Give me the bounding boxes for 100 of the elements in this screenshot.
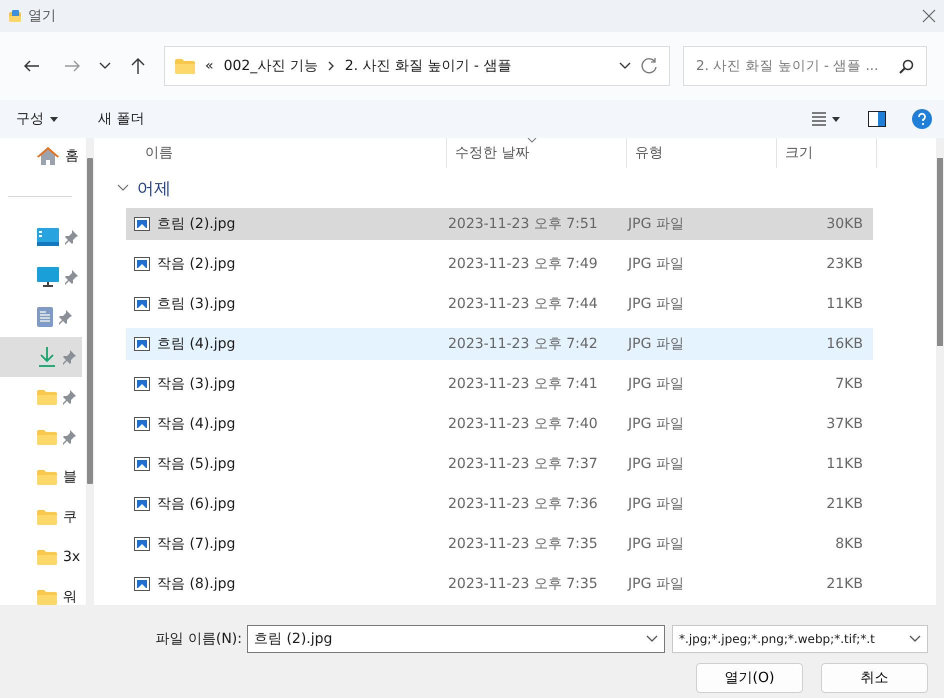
file-name-label: 파일 이름(N): — [155, 630, 242, 648]
file-name-cell: 작음 (3).jpg — [126, 375, 448, 393]
breadcrumb[interactable]: 002_사진 기능 — [224, 57, 318, 75]
column-header[interactable]: 유형 — [627, 138, 777, 168]
folder-icon — [37, 549, 57, 565]
image-file-icon — [134, 577, 150, 591]
desktop-icon — [37, 228, 59, 246]
type-cell-text: JPG 파일 — [628, 415, 685, 433]
folder-icon — [37, 469, 57, 485]
search-icon[interactable] — [899, 58, 914, 74]
date-cell-text: 2023-11-23 오후 7:44 — [448, 295, 599, 313]
search-placeholder: 2. 사진 화질 높이기 - 샘플 ... — [696, 57, 880, 75]
scrollbar-thumb[interactable] — [937, 158, 943, 346]
file-name-cell: 흐림 (3).jpg — [126, 295, 448, 313]
date-cell-text: 2023-11-23 오후 7:37 — [448, 455, 599, 473]
file-row[interactable]: 작음 (2).jpg 2023-11-23 오후 7:49 JPG 파일 23KB — [126, 248, 873, 280]
refresh-icon[interactable] — [641, 57, 659, 75]
image-file-icon — [134, 537, 150, 551]
image-file-icon — [134, 417, 150, 431]
type-cell-text: JPG 파일 — [628, 575, 685, 593]
image-file-icon — [134, 497, 150, 511]
file-row[interactable]: 작음 (4).jpg 2023-11-23 오후 7:40 JPG 파일 37KB — [126, 408, 873, 440]
size-cell-text: 8KB — [834, 536, 864, 552]
file-row[interactable]: 작음 (5).jpg 2023-11-23 오후 7:37 JPG 파일 11KB — [126, 448, 873, 480]
document-icon — [37, 307, 53, 327]
file-name-cell: 작음 (6).jpg — [126, 495, 448, 513]
folder-icon — [175, 58, 195, 74]
folder-icon — [37, 389, 57, 405]
type-cell-text: JPG 파일 — [628, 335, 685, 353]
home-icon — [37, 146, 59, 166]
back-arrow-icon[interactable] — [23, 58, 41, 74]
scrollbar-thumb[interactable] — [87, 158, 93, 484]
image-file-icon — [134, 217, 150, 231]
chevron-right-icon[interactable] — [328, 61, 335, 71]
file-name-cell: 작음 (2).jpg — [126, 255, 448, 273]
image-file-icon — [134, 257, 150, 271]
date-cell-text: 2023-11-23 오후 7:40 — [448, 415, 599, 433]
type-cell-text: JPG 파일 — [628, 535, 685, 553]
type-cell-text: JPG 파일 — [628, 495, 685, 513]
dropdown-chevron-icon[interactable] — [646, 635, 658, 643]
file-row[interactable]: 작음 (6).jpg 2023-11-23 오후 7:36 JPG 파일 21KB — [126, 488, 873, 520]
date-cell-text: 2023-11-23 오후 7:36 — [448, 495, 599, 513]
list-view-icon — [812, 112, 826, 126]
preview-pane-icon[interactable] — [868, 111, 886, 127]
type-cell-text: JPG 파일 — [628, 455, 685, 473]
sidebar-item[interactable]: 블 — [0, 457, 82, 497]
type-cell-text: JPG 파일 — [628, 295, 685, 313]
sidebar-item[interactable]: 쿠 — [0, 497, 82, 537]
breadcrumb[interactable]: 2. 사진 화질 높이기 - 샘플 — [344, 57, 512, 75]
date-cell-text: 2023-11-23 오후 7:42 — [448, 335, 599, 353]
file-name-cell: 작음 (8).jpg — [126, 575, 448, 593]
folder-icon — [37, 509, 57, 525]
file-type-dropdown[interactable]: *.jpg;*.jpeg;*.png;*.webp;*.tif;*.t — [672, 625, 928, 653]
group-header[interactable]: 어제 — [105, 168, 934, 208]
caret-icon — [50, 116, 58, 122]
chevron-icon — [117, 184, 129, 192]
type-cell-text: JPG 파일 — [628, 255, 685, 273]
path-overflow[interactable]: « — [205, 58, 214, 74]
size-cell-text: 30KB — [825, 216, 864, 232]
size-cell-text: 11KB — [825, 296, 864, 312]
dropdown-chevron-icon[interactable] — [909, 635, 921, 643]
cancel-button[interactable]: 취소 — [821, 663, 928, 693]
file-row[interactable]: 흐림 (3).jpg 2023-11-23 오후 7:44 JPG 파일 11KB — [126, 288, 873, 320]
file-name-field[interactable]: 흐림 (2).jpg — [247, 625, 665, 653]
sort-chevron-icon — [527, 138, 537, 143]
sidebar-item[interactable]: 워 — [0, 577, 82, 605]
sidebar-item[interactable]: 3x — [0, 537, 82, 577]
open-button[interactable]: 열기(O) — [696, 663, 803, 693]
recent-locations-chevron-icon[interactable] — [99, 62, 111, 70]
size-cell-text: 21KB — [825, 496, 864, 512]
image-file-icon — [134, 457, 150, 471]
type-cell-text: JPG 파일 — [628, 375, 685, 393]
help-icon[interactable] — [912, 109, 932, 129]
close-icon[interactable] — [922, 9, 936, 23]
forward-arrow-icon[interactable] — [63, 58, 81, 74]
address-dropdown-icon[interactable] — [619, 62, 631, 70]
up-arrow-icon[interactable] — [130, 57, 146, 75]
size-cell-text: 21KB — [825, 576, 864, 592]
file-row[interactable]: 작음 (3).jpg 2023-11-23 오후 7:41 JPG 파일 7KB — [126, 368, 873, 400]
date-cell-text: 2023-11-23 오후 7:35 — [448, 575, 599, 593]
file-row[interactable]: 작음 (8).jpg 2023-11-23 오후 7:35 JPG 파일 21KB — [126, 568, 873, 600]
date-cell-text: 2023-11-23 오후 7:51 — [448, 215, 599, 233]
search-field[interactable]: 2. 사진 화질 높이기 - 샘플 ... — [683, 46, 927, 86]
column-header[interactable]: 이름 — [105, 138, 447, 168]
file-row[interactable]: 작음 (7).jpg 2023-11-23 오후 7:35 JPG 파일 8KB — [126, 528, 873, 560]
file-row[interactable]: 흐림 (4).jpg 2023-11-23 오후 7:42 JPG 파일 16KB — [126, 328, 873, 360]
column-header[interactable]: 수정한 날짜 — [447, 138, 627, 168]
sidebar-item[interactable]: 홈 — [0, 138, 82, 176]
file-row[interactable]: 흐림 (2).jpg 2023-11-23 오후 7:51 JPG 파일 30KB — [126, 208, 873, 240]
column-header[interactable]: 크기 — [777, 138, 877, 168]
address-bar[interactable]: « 002_사진 기능 2. 사진 화질 높이기 - 샘플 — [164, 46, 670, 86]
image-file-icon — [134, 297, 150, 311]
organize-button[interactable]: 구성 — [8, 106, 66, 132]
size-cell-text: 37KB — [825, 416, 864, 432]
new-folder-button[interactable]: 새 폴더 — [90, 106, 152, 132]
app-folder-icon — [8, 9, 22, 23]
file-name-cell: 흐림 (4).jpg — [126, 335, 448, 353]
image-file-icon — [134, 337, 150, 351]
window-title: 열기 — [28, 7, 57, 25]
date-cell-text: 2023-11-23 오후 7:49 — [448, 255, 599, 273]
